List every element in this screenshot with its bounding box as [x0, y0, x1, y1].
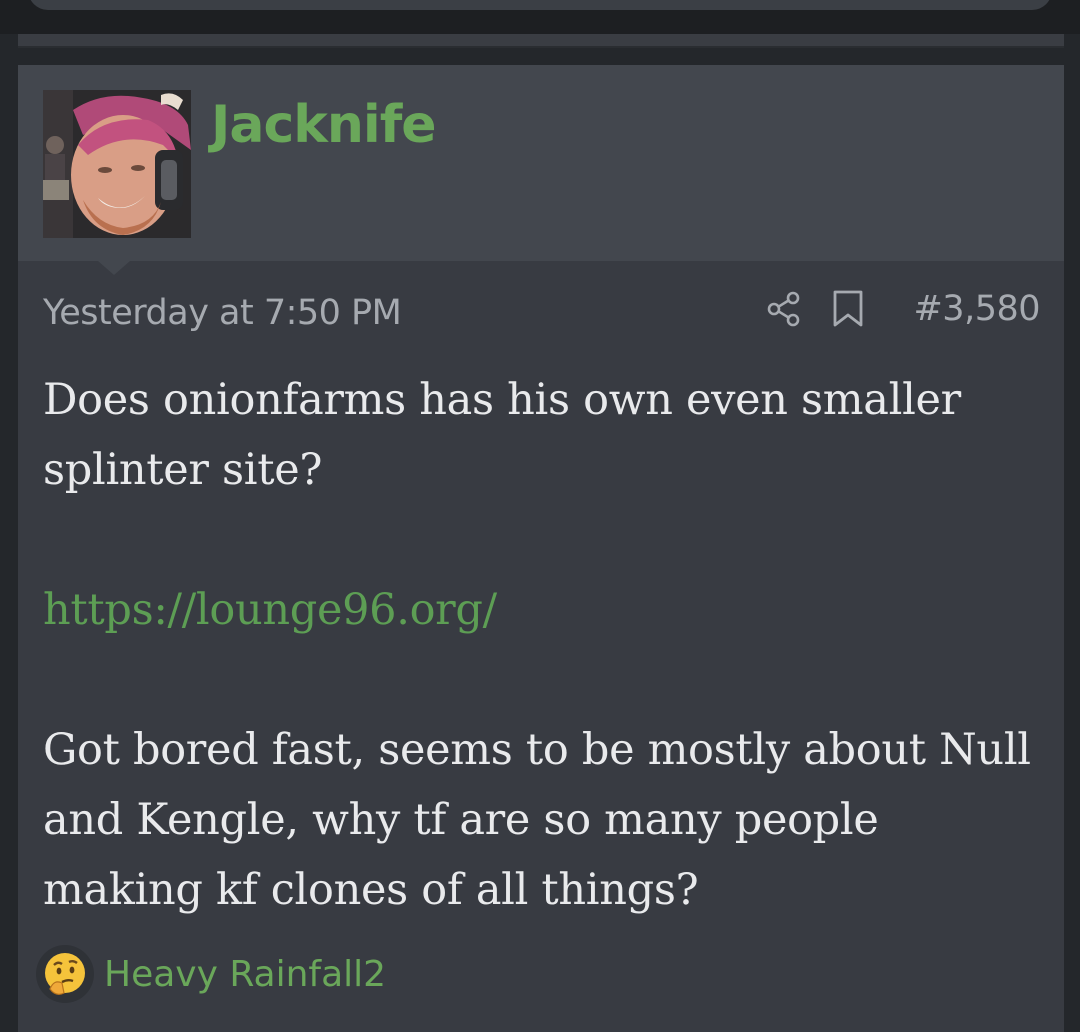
post-link[interactable]: https://lounge96.org/ [43, 585, 497, 635]
reaction-summary[interactable]: Heavy Rainfall2 [104, 954, 386, 995]
post-paragraph: Does onionfarms has his own even smaller… [43, 375, 961, 495]
search-bar[interactable] [28, 0, 1052, 10]
divider [18, 34, 1064, 48]
post: Jacknife Yesterday at 7:50 PM #3,580 Doe… [18, 65, 1064, 1032]
author-name[interactable]: Jacknife [211, 95, 437, 155]
post-date[interactable]: Yesterday at 7:50 PM [43, 293, 402, 333]
header-pointer [98, 261, 130, 275]
bookmark-icon[interactable] [829, 287, 867, 331]
avatar[interactable] [43, 90, 191, 238]
post-body: Does onionfarms has his own even smaller… [43, 365, 1043, 925]
post-paragraph: Got bored fast, seems to be mostly about… [43, 725, 1031, 915]
share-icon[interactable] [765, 287, 803, 331]
post-header: Jacknife [18, 65, 1064, 261]
top-bar [0, 0, 1080, 34]
reaction-bar[interactable]: Heavy Rainfall2 [36, 945, 386, 1003]
avatar-image [43, 90, 191, 238]
post-actions: #3,580 [765, 287, 1040, 331]
post-number[interactable]: #3,580 [913, 289, 1040, 329]
thinking-face-icon [36, 945, 94, 1003]
